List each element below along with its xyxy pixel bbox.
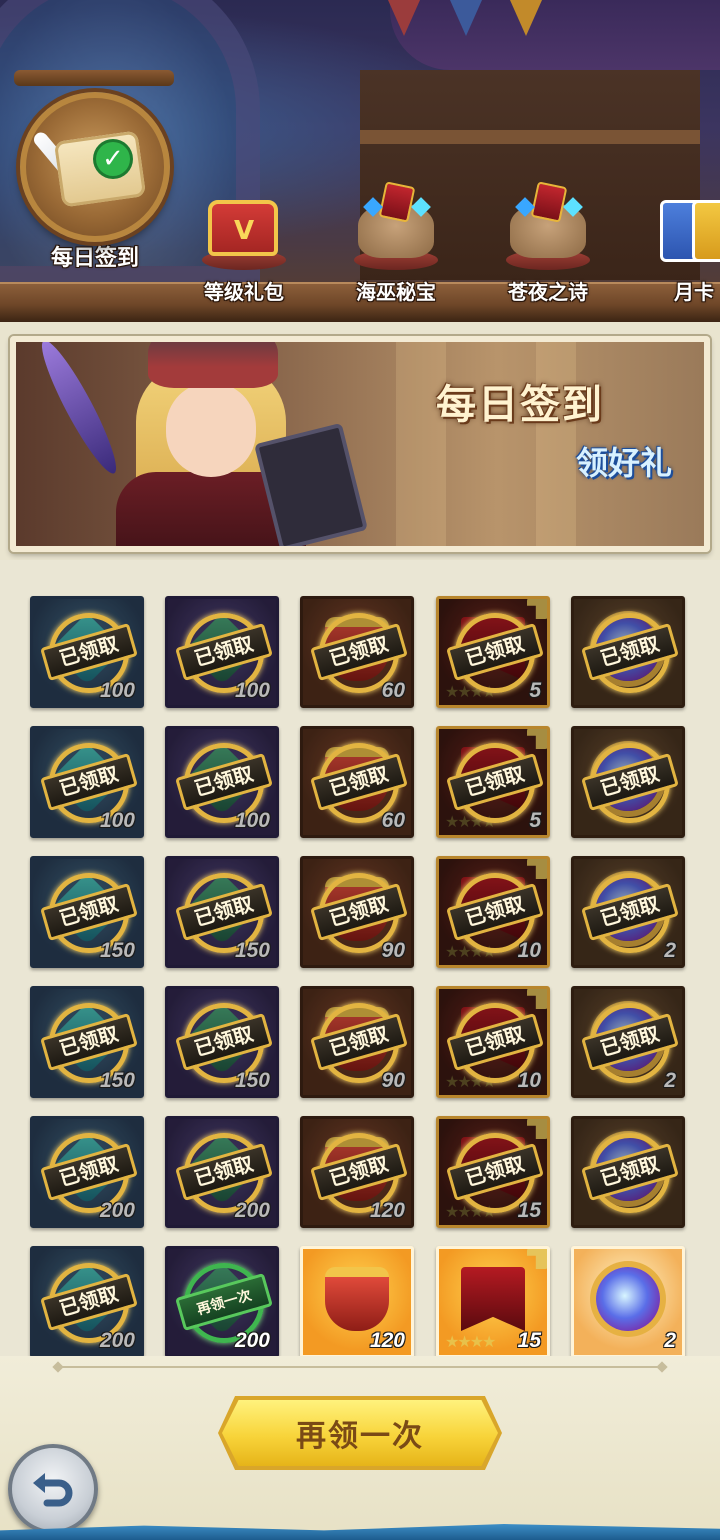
reward-cell[interactable]: ★★★★ 已领取 10: [436, 986, 550, 1098]
reward-quantity: 100: [99, 809, 135, 832]
reward-quantity: 90: [381, 1069, 405, 1092]
orb-icon: [596, 1267, 660, 1331]
treasure-chest-icon: V: [196, 200, 292, 270]
reward-cell[interactable]: 已领取 100: [165, 596, 279, 708]
reward-cell[interactable]: 已领取 90: [300, 986, 414, 1098]
reward-quantity: 10: [517, 939, 541, 962]
water-strip: [0, 1524, 720, 1540]
shelf-board: [360, 130, 700, 144]
reward-cell[interactable]: 已领取 150: [30, 986, 144, 1098]
reward-quantity: 2: [664, 939, 676, 962]
month-card-icon: [652, 200, 720, 270]
reward-cell[interactable]: 已领取 150: [165, 856, 279, 968]
reward-quantity: 15: [517, 1329, 541, 1352]
star-rating-icon: ★★★★: [445, 1332, 496, 1351]
reward-cell[interactable]: ★★★★ 已领取 10: [436, 856, 550, 968]
banner-title: 每日签到: [436, 383, 604, 427]
reward-cell[interactable]: 已领取 120: [300, 1116, 414, 1228]
tab-night-poem[interactable]: 苍夜之诗: [500, 181, 596, 305]
tab-label: 每日签到: [50, 245, 139, 270]
tab-level-pack[interactable]: V 等级礼包: [196, 200, 292, 305]
reward-cell[interactable]: 已领取 60: [300, 726, 414, 838]
reward-grid: 已领取 100 已领取 100 已领取 60 ★★★★ 已领取 5 已领取 已领取 100 已领取 100…: [0, 560, 720, 1358]
banner-subtitle: 领好礼: [576, 445, 673, 481]
reward-quantity: 60: [381, 809, 405, 832]
daily-checkin-scroll-icon: ✓: [20, 92, 170, 242]
reward-quantity: 2: [664, 1329, 676, 1352]
reward-quantity: 150: [99, 1069, 135, 1092]
puzzle-piece-icon: [527, 1249, 547, 1269]
reward-cell[interactable]: 已领取 2: [571, 856, 685, 968]
tab-sea-witch-treasure[interactable]: 海巫秘宝: [348, 181, 444, 305]
banner-red-icon: [461, 1267, 525, 1331]
reward-cell[interactable]: 已领取 2: [571, 986, 685, 1098]
reward-cell[interactable]: 已领取 100: [30, 596, 144, 708]
curtain: [390, 0, 720, 70]
divider: [58, 1366, 662, 1368]
reward-quantity: 200: [99, 1329, 135, 1352]
reward-quantity: 10: [517, 1069, 541, 1092]
reward-cell[interactable]: 已领取: [571, 1116, 685, 1228]
reward-cell[interactable]: 120: [300, 1246, 414, 1358]
pennant-flag: [510, 0, 542, 36]
reward-cell[interactable]: 已领取 90: [300, 856, 414, 968]
reward-quantity: 200: [234, 1199, 270, 1222]
reward-cell[interactable]: 已领取: [571, 596, 685, 708]
gem-sack-icon: [348, 181, 444, 270]
reward-quantity: 90: [381, 939, 405, 962]
crown-icon: [325, 1267, 389, 1331]
reward-quantity: 5: [529, 809, 541, 832]
reward-cell[interactable]: 已领取 150: [165, 986, 279, 1098]
reward-quantity: 200: [99, 1199, 135, 1222]
reward-quantity: 60: [381, 679, 405, 702]
reward-quantity: 100: [99, 679, 135, 702]
reward-cell[interactable]: 已领取 100: [30, 726, 144, 838]
tab-label: 月卡: [674, 282, 714, 304]
reward-quantity: 200: [234, 1329, 270, 1352]
reward-cell[interactable]: 已领取 200: [30, 1116, 144, 1228]
reward-cell[interactable]: ★★★★ 已领取 15: [436, 1116, 550, 1228]
daily-checkin-banner: 每日签到 领好礼: [10, 336, 710, 552]
tab-month-card[interactable]: 月卡: [652, 200, 720, 305]
character-illustration: [32, 342, 376, 546]
bottom-bar: 再领一次: [0, 1356, 720, 1540]
reward-quantity: 150: [234, 1069, 270, 1092]
reward-quantity: 100: [234, 679, 270, 702]
reward-quantity: 100: [234, 809, 270, 832]
checkmark-icon: ✓: [96, 142, 130, 176]
reward-cell[interactable]: 已领取 150: [30, 856, 144, 968]
tab-label: 海巫秘宝: [356, 282, 436, 304]
tab-label: 苍夜之诗: [508, 282, 588, 304]
reward-cell[interactable]: 再领一次 200: [165, 1246, 279, 1358]
pennant-flag: [388, 0, 420, 36]
reward-cell[interactable]: 已领取: [571, 726, 685, 838]
reward-cell[interactable]: 2: [571, 1246, 685, 1358]
back-button[interactable]: [8, 1444, 98, 1534]
gem-sack-icon: [500, 181, 596, 270]
reward-quantity: 150: [234, 939, 270, 962]
reward-cell[interactable]: 已领取 100: [165, 726, 279, 838]
reward-cell[interactable]: ★★★★ 已领取 5: [436, 596, 550, 708]
reward-cell[interactable]: 已领取 200: [165, 1116, 279, 1228]
reward-cell[interactable]: ★★★★ 15: [436, 1246, 550, 1358]
reward-quantity: 5: [529, 679, 541, 702]
tab-label: 等级礼包: [204, 282, 284, 304]
reward-cell[interactable]: 已领取 200: [30, 1246, 144, 1358]
reward-quantity: 150: [99, 939, 135, 962]
claim-again-button[interactable]: 再领一次: [222, 1400, 498, 1466]
pennant-flag: [450, 0, 482, 36]
sign-hanger-bar: [14, 70, 174, 86]
reward-quantity: 120: [369, 1199, 405, 1222]
tab-daily-checkin[interactable]: ✓ 每日签到: [18, 92, 172, 272]
back-arrow-icon: [33, 1473, 73, 1507]
reward-cell[interactable]: ★★★★ 已领取 5: [436, 726, 550, 838]
reward-quantity: 15: [517, 1199, 541, 1222]
reward-quantity: 2: [664, 1069, 676, 1092]
reward-cell[interactable]: 已领取 60: [300, 596, 414, 708]
reward-quantity: 120: [369, 1329, 405, 1352]
